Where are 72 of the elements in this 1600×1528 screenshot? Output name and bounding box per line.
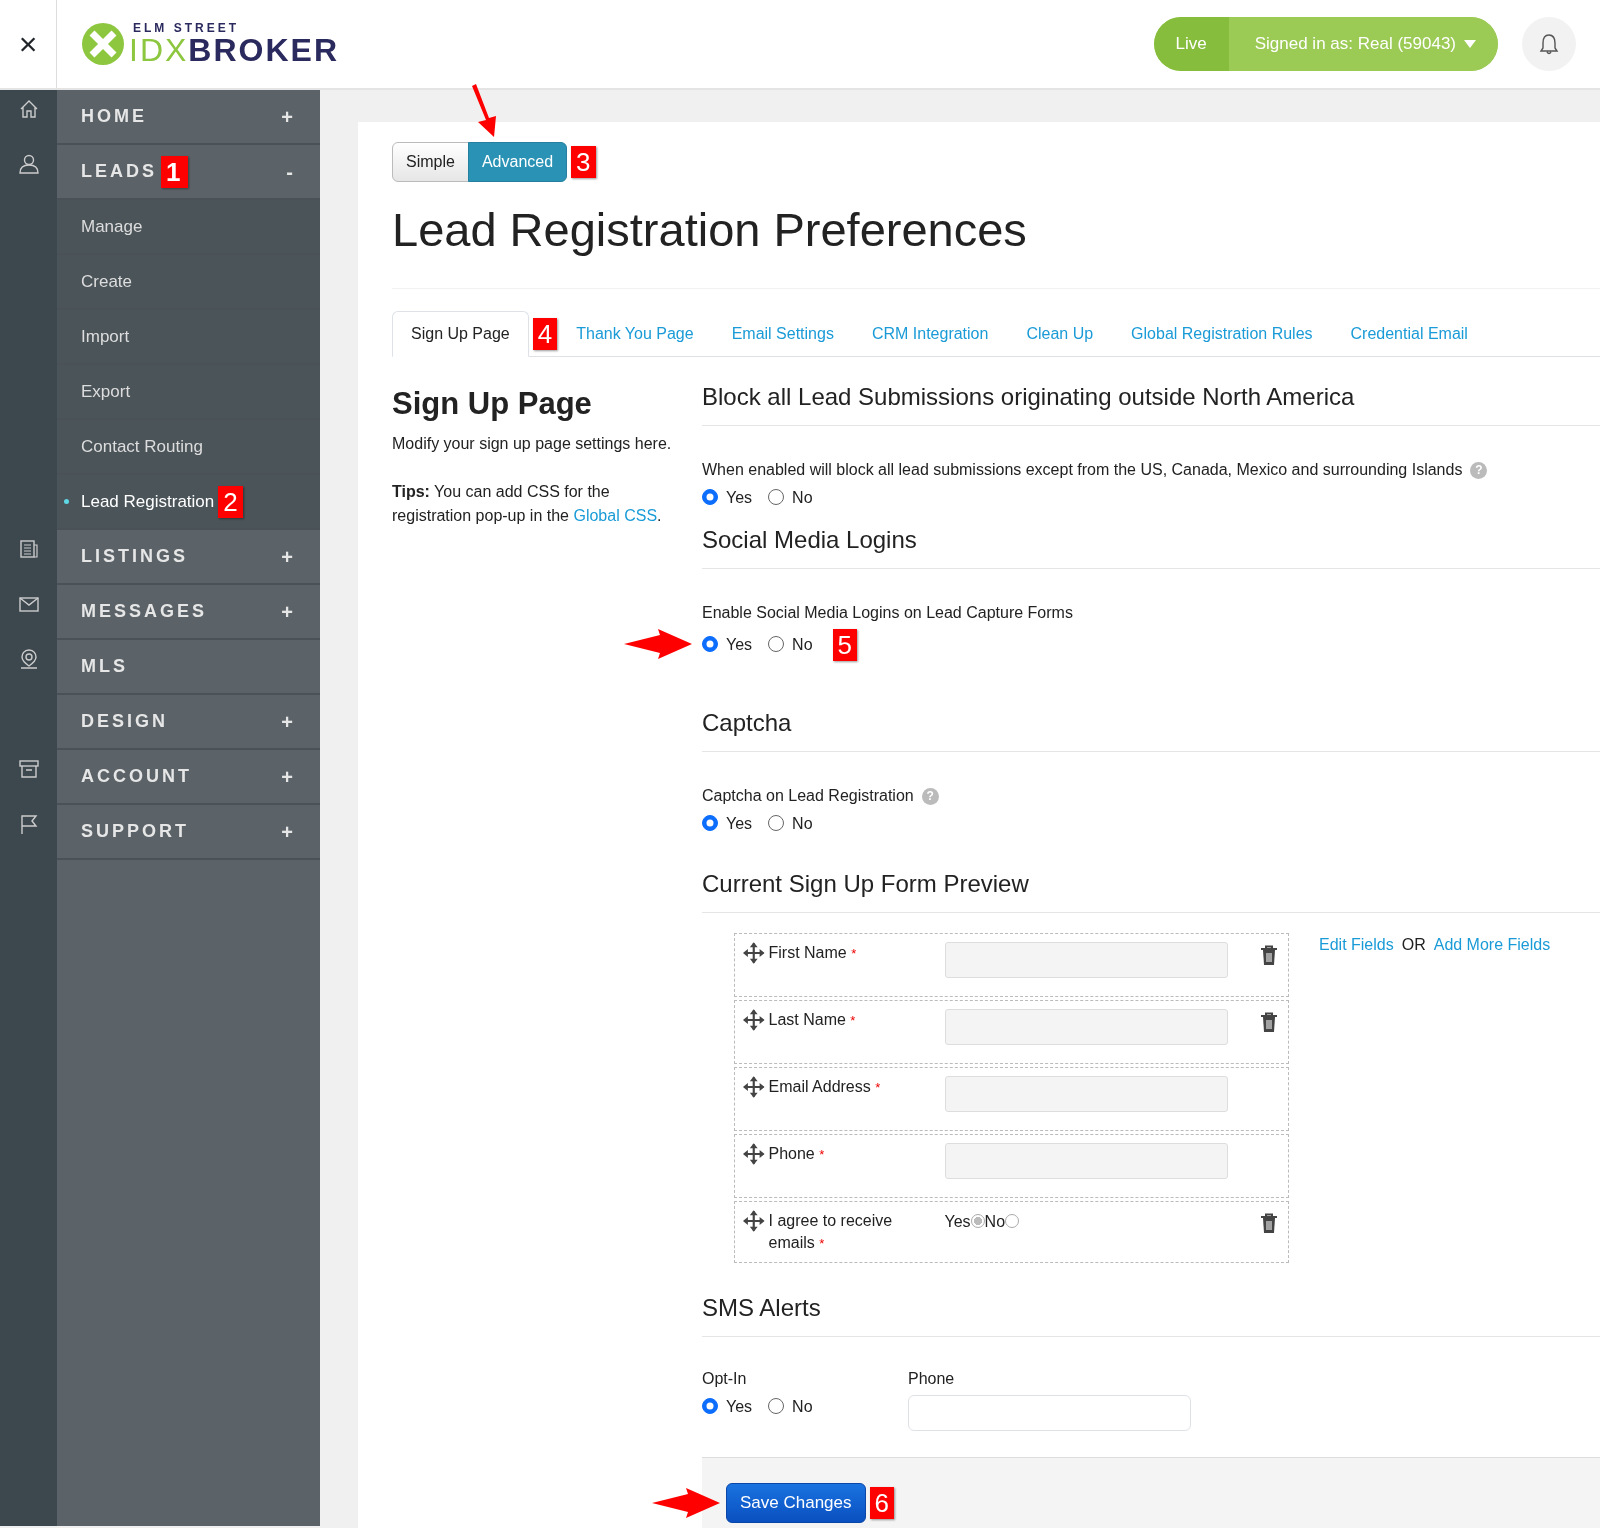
tab[interactable]: Email Settings [712, 311, 853, 358]
field-label: I agree to receive emails * [768, 1211, 894, 1253]
field-label: Email Address * [768, 1077, 882, 1098]
tab[interactable]: Sign Up Page [392, 311, 529, 358]
field-label: Opt-In [702, 1369, 748, 1390]
field-label: Phone [908, 1369, 956, 1390]
form-field-row[interactable]: Last Name * [734, 1000, 1289, 1065]
description-text: Modify your sign up page settings here. [392, 433, 673, 454]
number-badge: 5 [832, 629, 858, 662]
tips-text: Tips: You can add CSS for the registration pop-up in the Global CSS. [392, 481, 663, 526]
toggle-sign: + [281, 544, 296, 570]
field-label: Last Name * [768, 1010, 857, 1031]
tab[interactable]: Global Registration Rules [1112, 311, 1332, 358]
radio-label: No [792, 1397, 813, 1418]
toggle-sign: + [281, 819, 296, 845]
form-field-row[interactable]: First Name * [734, 933, 1289, 998]
radio-label: No [792, 635, 813, 656]
radio-label: Yes [726, 488, 753, 509]
menu-item[interactable]: Export [57, 365, 320, 420]
status-label: Live [1153, 17, 1229, 71]
toggle-sign: + [281, 104, 296, 130]
toggle-sign: + [281, 764, 296, 790]
setting-label: Captcha on Lead Registration [702, 786, 914, 807]
toggle-sign: + [281, 709, 296, 735]
logo-text: ELM STREET [133, 22, 240, 34]
field-label: Phone * [768, 1144, 826, 1165]
number-badge: 6 [869, 1486, 894, 1519]
section-heading: Block all Lead Submissions originating outside North America [702, 379, 1600, 427]
radio-label: No [792, 488, 813, 509]
section-heading: Current Sign Up Form Preview [702, 866, 1600, 914]
radio-label: No [984, 1212, 1006, 1233]
number-badge: 4 [532, 317, 558, 350]
setting-label: Enable Social Media Logins on Lead Capture Forms [702, 603, 1073, 624]
setting-label: When enabled will block all lead submissions except from the US, Canada, Mexico and surrounding Islands [702, 460, 1463, 481]
mode-tab[interactable]: Simple [392, 142, 469, 182]
form-field-row[interactable]: I agree to receive emails * Yes No [734, 1201, 1289, 1264]
tab[interactable]: Clean Up [1007, 311, 1113, 358]
menu-item[interactable]: Lead Registration 2 [57, 475, 320, 530]
radio-label: Yes [726, 1397, 753, 1418]
toggle-sign: + [281, 599, 296, 625]
logo-text: IDX [129, 34, 189, 66]
form-field-row[interactable]: Email Address * [734, 1067, 1289, 1132]
close-button[interactable]: × [18, 20, 38, 68]
form-field-row[interactable]: Phone * [734, 1134, 1289, 1199]
tab[interactable]: Thank You Page [557, 311, 713, 358]
account-label: Signed in as: Real (59043) [1254, 33, 1456, 56]
menu-item[interactable]: Create [57, 255, 320, 310]
number-badge: 2 [218, 485, 243, 518]
logo-text: BROKER [188, 34, 339, 66]
save-button[interactable]: Save Changes [726, 1483, 866, 1523]
menu-item[interactable]: Import [57, 310, 320, 365]
number-badge: 1 [161, 155, 189, 188]
radio-label: Yes [726, 635, 753, 656]
edit-fields-link[interactable]: Edit Fields [1319, 933, 1394, 958]
mode-tab[interactable]: Advanced [467, 142, 568, 182]
menu-item[interactable]: Manage [57, 200, 320, 255]
field-label: First Name * [768, 943, 858, 964]
number-badge: 3 [571, 146, 596, 178]
or-text: OR [1401, 935, 1426, 956]
tab[interactable]: Credential Email [1331, 311, 1487, 358]
add-fields-link[interactable]: Add More Fields [1433, 933, 1551, 958]
section-heading: SMS Alerts [702, 1290, 1600, 1338]
section-heading: Social Media Logins [702, 522, 1600, 570]
section-heading: Captcha [702, 705, 1600, 753]
page-title: Lead Registration Preferences [392, 202, 1028, 258]
radio-label: Yes [726, 814, 753, 835]
menu-item[interactable]: Contact Routing [57, 420, 320, 475]
toggle-sign: - [286, 159, 296, 185]
section-heading: Sign Up Page [392, 385, 593, 424]
radio-label: No [792, 814, 813, 835]
radio-label: Yes [944, 1212, 971, 1233]
tab[interactable]: CRM Integration [852, 311, 1008, 358]
